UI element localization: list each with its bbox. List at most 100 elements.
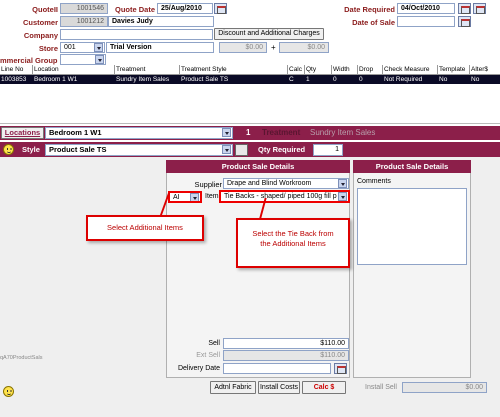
store-code-value: 001 bbox=[64, 44, 76, 51]
cell-template: No bbox=[439, 76, 448, 83]
store-label: Store bbox=[38, 44, 58, 53]
date-of-sale-calendar-icon[interactable] bbox=[458, 16, 471, 27]
date-required-label: Date Required bbox=[344, 5, 395, 14]
date-required-grid-icon[interactable] bbox=[473, 3, 486, 14]
cell-calc: C bbox=[289, 76, 294, 83]
locations-button[interactable]: Locations bbox=[1, 127, 44, 139]
col-qty[interactable]: Qty bbox=[305, 65, 332, 75]
plus-sign: + bbox=[271, 43, 276, 52]
comments-textarea[interactable] bbox=[357, 188, 467, 265]
supplier-label: Supplier bbox=[194, 180, 222, 189]
adtnl-fabric-button[interactable]: Adtnl Fabric bbox=[210, 381, 256, 394]
lines-table-header: Line No Location Treatment Treatment Sty… bbox=[0, 65, 500, 75]
quote-number-field: 1001546 bbox=[60, 3, 108, 14]
item-select[interactable]: Tie Backs - shaped/ piped 100g fill p bbox=[219, 190, 350, 203]
group-select[interactable]: AI bbox=[168, 191, 202, 203]
chevron-down-icon[interactable] bbox=[190, 193, 199, 201]
item-label: Item bbox=[205, 193, 219, 200]
col-treatment-style[interactable]: Treatment Style bbox=[180, 65, 288, 75]
discount-charges-button[interactable]: Discount and Additional Charges bbox=[214, 28, 324, 40]
location-select[interactable]: Bedroom 1 W1 bbox=[45, 127, 233, 139]
cell-drop: 0 bbox=[359, 76, 363, 83]
delivery-date-field[interactable] bbox=[223, 363, 331, 374]
col-calc[interactable]: Calc bbox=[288, 65, 305, 75]
quote-date-calendar-icon[interactable] bbox=[214, 3, 227, 14]
sell-field[interactable]: $110.00 bbox=[223, 338, 349, 349]
col-alter[interactable]: Alter$ bbox=[470, 65, 500, 75]
customer-number-field: 1001212 bbox=[60, 16, 108, 27]
item-value: Tie Backs - shaped/ piped 100g fill p bbox=[224, 193, 337, 200]
col-line-no[interactable]: Line No bbox=[0, 65, 33, 75]
store-code-select[interactable]: 001 bbox=[60, 42, 105, 53]
style-label: Style bbox=[22, 145, 40, 154]
qty-required-label: Qty Required bbox=[258, 145, 306, 154]
callout-select-tie-back: Select the Tie Back from the Additional … bbox=[236, 218, 350, 268]
product-sale-panel-title: Product Sale Details bbox=[166, 160, 350, 173]
customer-name-field[interactable]: Davies Judy bbox=[108, 16, 214, 27]
group-value: AI bbox=[173, 194, 180, 201]
chevron-down-icon[interactable] bbox=[222, 145, 231, 154]
install-sell-field: $0.00 bbox=[402, 382, 487, 393]
additional-amount-field: $0.00 bbox=[279, 42, 329, 53]
company-field[interactable] bbox=[60, 29, 213, 40]
calc-button[interactable]: Calc $ bbox=[302, 381, 346, 394]
store-name-field: Trial Version bbox=[106, 42, 214, 53]
col-location[interactable]: Location bbox=[33, 65, 115, 75]
qty-required-field[interactable]: 1 bbox=[313, 144, 343, 156]
comments-label: Comments bbox=[357, 178, 391, 185]
style-picker-icon[interactable] bbox=[235, 144, 248, 156]
discount-amount-field: $0.00 bbox=[219, 42, 267, 53]
quote-date-field[interactable]: 25/Aug/2010 bbox=[157, 3, 213, 14]
treatment-label: Treatment bbox=[262, 128, 301, 137]
supplier-value: Drape and Blind Workroom bbox=[227, 180, 312, 187]
date-of-sale-field[interactable] bbox=[397, 16, 455, 27]
callout-select-additional: Select Additional Items bbox=[86, 215, 204, 241]
table-empty-area bbox=[0, 84, 500, 124]
sell-label: Sell bbox=[208, 340, 220, 347]
quote-label: QuoteII bbox=[32, 5, 58, 14]
cell-check-measure: Not Required bbox=[384, 76, 423, 83]
date-required-calendar-icon[interactable] bbox=[458, 3, 471, 14]
cell-treatment-style: Product Sale TS bbox=[181, 76, 229, 83]
ext-sell-label: Ext Sell bbox=[196, 352, 220, 359]
style-select[interactable]: Product Sale TS bbox=[45, 144, 233, 156]
chevron-down-icon[interactable] bbox=[338, 192, 347, 201]
delivery-date-calendar-icon[interactable] bbox=[334, 363, 347, 374]
chevron-down-icon[interactable] bbox=[94, 43, 103, 52]
chevron-down-icon[interactable] bbox=[95, 55, 104, 64]
treatment-value: Sundry Item Sales bbox=[310, 128, 376, 137]
date-of-sale-label: Date of Sale bbox=[352, 18, 395, 27]
col-drop[interactable]: Drop bbox=[358, 65, 383, 75]
delivery-date-label: Delivery Date bbox=[177, 365, 220, 372]
smiley-icon[interactable] bbox=[3, 386, 14, 397]
form-id-text: qA70ProductSals bbox=[0, 355, 43, 361]
quote-date-label: Quote Date bbox=[114, 5, 155, 14]
cell-width: 0 bbox=[333, 76, 337, 83]
commercial-group-label: mmercial Group bbox=[0, 56, 58, 65]
supplier-select[interactable]: Drape and Blind Workroom bbox=[223, 178, 349, 189]
line-number: 1 bbox=[246, 128, 251, 137]
company-label: Company bbox=[23, 31, 58, 40]
ext-sell-field: $110.00 bbox=[223, 350, 349, 361]
install-sell-label: Install Sell bbox=[365, 384, 397, 391]
cell-alter: No bbox=[471, 76, 480, 83]
date-required-field[interactable]: 04/Oct/2010 bbox=[397, 3, 455, 14]
col-width[interactable]: Width bbox=[332, 65, 358, 75]
chevron-down-icon[interactable] bbox=[338, 179, 347, 188]
customer-label: Customer bbox=[22, 18, 58, 27]
style-value: Product Sale TS bbox=[49, 145, 107, 154]
cell-line-no: 1003853 bbox=[1, 76, 27, 83]
comments-panel-title: Product Sale Details bbox=[353, 160, 471, 173]
table-row[interactable]: 1003853 Bedroom 1 W1 Sundry Item Sales P… bbox=[0, 75, 500, 84]
chevron-down-icon[interactable] bbox=[222, 128, 231, 137]
commercial-group-select[interactable] bbox=[60, 54, 106, 65]
cell-location: Bedroom 1 W1 bbox=[34, 76, 78, 83]
location-value: Bedroom 1 W1 bbox=[49, 128, 102, 137]
cell-treatment: Sundry Item Sales bbox=[116, 76, 170, 83]
cell-qty: 1 bbox=[306, 76, 310, 83]
col-template[interactable]: Template bbox=[438, 65, 470, 75]
install-costs-button[interactable]: Install Costs bbox=[258, 381, 300, 394]
col-check-measure[interactable]: Check Measure bbox=[383, 65, 438, 75]
smiley-icon[interactable] bbox=[3, 144, 14, 155]
col-treatment[interactable]: Treatment bbox=[115, 65, 180, 75]
